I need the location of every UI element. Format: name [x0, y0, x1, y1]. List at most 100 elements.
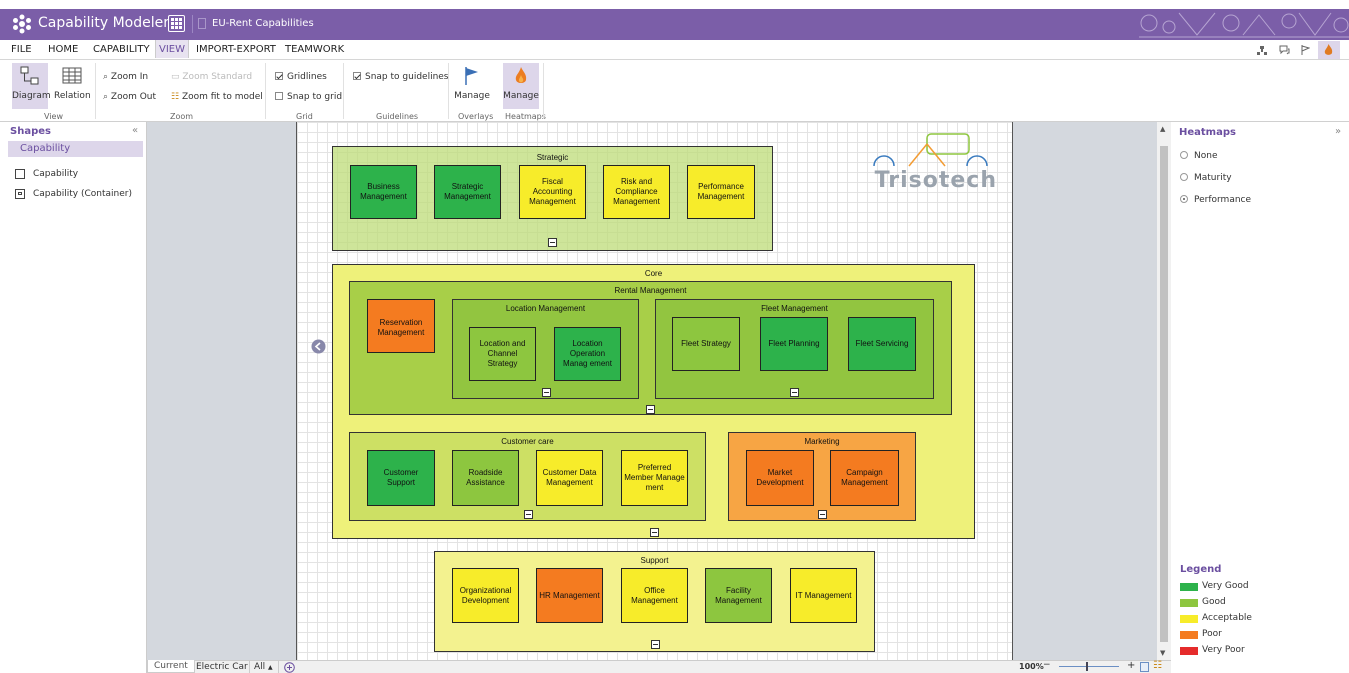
view-group-label: View	[44, 112, 63, 121]
capability-strategic-management[interactable]: Strategic Management	[434, 165, 501, 219]
hierarchy-icon[interactable]	[1257, 46, 1267, 55]
collapse-toggle[interactable]	[650, 528, 659, 537]
capability-business-management[interactable]: Business Management	[350, 165, 417, 219]
logo-text: Trisotech	[874, 168, 997, 193]
legend-swatch	[1180, 599, 1198, 607]
legend-label: Poor	[1202, 629, 1222, 639]
collapse-toggle[interactable]	[548, 238, 557, 247]
heatmap-option-none[interactable]: None	[1180, 151, 1217, 161]
shapes-category[interactable]: Capability	[8, 141, 143, 157]
collapse-right-panel-icon[interactable]: »	[1335, 126, 1341, 137]
comments-icon[interactable]	[1279, 45, 1290, 55]
collapse-panel-icon[interactable]: «	[132, 125, 138, 136]
capability-reservation-management[interactable]: Reservation Management	[367, 299, 435, 353]
capability-fleet-servicing[interactable]: Fleet Servicing	[848, 317, 916, 371]
legend-label: Very Poor	[1202, 645, 1245, 655]
container-title: Customer care	[501, 437, 554, 446]
zoom-fit-button[interactable]: ☷ Zoom fit to model	[171, 92, 263, 102]
capability-customer-support[interactable]: Customer Support	[367, 450, 435, 506]
shapes-category-label: Capability	[20, 143, 71, 154]
scroll-up-icon[interactable]: ▲	[1160, 125, 1165, 133]
zoom-in-button[interactable]: ⌕ Zoom In	[103, 72, 148, 82]
capability-it-management[interactable]: IT Management	[790, 568, 857, 623]
capability-campaign-management[interactable]: Campaign Management	[830, 450, 899, 506]
snap-to-grid-checkbox[interactable]: Snap to grid	[275, 92, 342, 102]
capability-label: IT Management	[795, 590, 852, 600]
capability-fleet-strategy[interactable]: Fleet Strategy	[672, 317, 740, 371]
capability-label: Fleet Planning	[768, 339, 820, 348]
tab-all[interactable]: All ▲	[254, 662, 273, 672]
page-view-icon[interactable]	[1140, 662, 1149, 672]
collapse-toggle[interactable]	[542, 388, 551, 397]
collapse-toggle[interactable]	[790, 388, 799, 397]
capability-office-management[interactable]: Office Management	[621, 568, 688, 623]
capability-customer-data-management[interactable]: Customer Data Management	[536, 450, 603, 506]
capability-performance-management[interactable]: Performance Management	[687, 165, 755, 219]
expand-left-icon[interactable]	[311, 339, 326, 354]
capability-roadside-assistance[interactable]: Roadside Assistance	[452, 450, 519, 506]
collapse-toggle[interactable]	[818, 510, 827, 519]
zoom-out-button[interactable]: ⌕ Zoom Out	[103, 92, 156, 102]
menu-file[interactable]: FILE	[11, 44, 32, 55]
capability-label: Location and Channel Strategy	[479, 339, 526, 368]
heatmaps-manage-label: Manage	[503, 91, 539, 101]
menu-import-export[interactable]: IMPORT-EXPORT	[196, 44, 276, 55]
capability-market-development[interactable]: Market Development	[746, 450, 814, 506]
grid-group-label: Grid	[296, 112, 313, 121]
collapse-toggle[interactable]	[524, 510, 533, 519]
apps-grid-icon[interactable]	[168, 15, 185, 32]
collapse-toggle[interactable]	[651, 640, 660, 649]
capability-organizational-development[interactable]: Organizational Development	[452, 568, 519, 623]
capability-location-operation-management[interactable]: Location Operation Manag ement	[554, 327, 621, 381]
document-title[interactable]: EU-Rent Capabilities	[212, 18, 314, 29]
flag-icon[interactable]	[1301, 45, 1310, 55]
capability-fiscal-accounting-management[interactable]: Fiscal Accounting Management	[519, 165, 586, 219]
zoom-standard-button[interactable]: ▭ Zoom Standard	[171, 72, 252, 82]
heatmap-flame-icon[interactable]	[1324, 44, 1333, 56]
heatmaps-manage-button[interactable]: Manage	[503, 63, 539, 109]
heatmap-option-performance[interactable]: Performance	[1180, 195, 1251, 205]
gridlines-label: Gridlines	[287, 72, 327, 82]
gridlines-checkbox[interactable]: Gridlines	[275, 72, 327, 82]
overlays-manage-button[interactable]: Manage	[454, 63, 490, 109]
zoom-slider-handle[interactable]	[1086, 662, 1088, 671]
capability-label: HR Management	[539, 590, 600, 600]
legend-swatch	[1180, 647, 1198, 655]
snap-to-guidelines-checkbox[interactable]: Snap to guidelines	[353, 72, 449, 82]
capability-risk-compliance-management[interactable]: Risk and Compliance Management	[603, 165, 670, 219]
capability-label: Strategic Management	[444, 182, 491, 201]
heatmap-option-maturity[interactable]: Maturity	[1180, 173, 1232, 183]
capability-location-channel-strategy[interactable]: Location and Channel Strategy	[469, 327, 536, 381]
diagram-view-button[interactable]: Diagram	[12, 63, 51, 109]
diagram-page[interactable]: Trisotech Strategic Business Management …	[296, 122, 1013, 660]
shape-capability-label: Capability	[33, 169, 79, 179]
checkbox-unchecked-icon	[275, 92, 283, 100]
tab-current[interactable]: Current	[147, 660, 195, 673]
menu-view[interactable]: VIEW	[155, 40, 189, 58]
tab-electric-car[interactable]: Electric Car	[196, 662, 248, 672]
vertical-scrollbar[interactable]: ▲ ▼	[1157, 122, 1171, 660]
menu-home[interactable]: HOME	[48, 44, 78, 55]
zoom-standard-icon: ▭	[171, 72, 180, 82]
capability-preferred-member-management[interactable]: Preferred Member Manage ment	[621, 450, 688, 506]
option-label: Performance	[1194, 195, 1252, 205]
capability-fleet-planning[interactable]: Fleet Planning	[760, 317, 828, 371]
scroll-down-icon[interactable]: ▼	[1160, 649, 1165, 657]
zoom-slider-track[interactable]	[1059, 666, 1119, 667]
legend-label: Very Good	[1202, 581, 1249, 591]
fit-icon[interactable]: ☷	[1153, 660, 1162, 671]
relation-view-button[interactable]: Relation	[54, 63, 91, 109]
zoom-minus-button[interactable]: −	[1043, 660, 1051, 670]
decorative-pattern	[1139, 12, 1349, 38]
menu-capability[interactable]: CAPABILITY	[93, 44, 150, 55]
collapse-toggle[interactable]	[646, 405, 655, 414]
capability-hr-management[interactable]: HR Management	[536, 568, 603, 623]
scrollbar-thumb[interactable]	[1160, 146, 1168, 642]
capability-facility-management[interactable]: Facility Management	[705, 568, 772, 623]
zoom-plus-button[interactable]: +	[1127, 660, 1135, 671]
add-tab-icon[interactable]	[284, 662, 295, 673]
capability-label: Performance Management	[697, 182, 745, 201]
menu-teamwork[interactable]: TEAMWORK	[285, 44, 344, 55]
capability-label: Facility Management	[715, 585, 762, 605]
capability-label: Fiscal Accounting Management	[529, 177, 576, 206]
